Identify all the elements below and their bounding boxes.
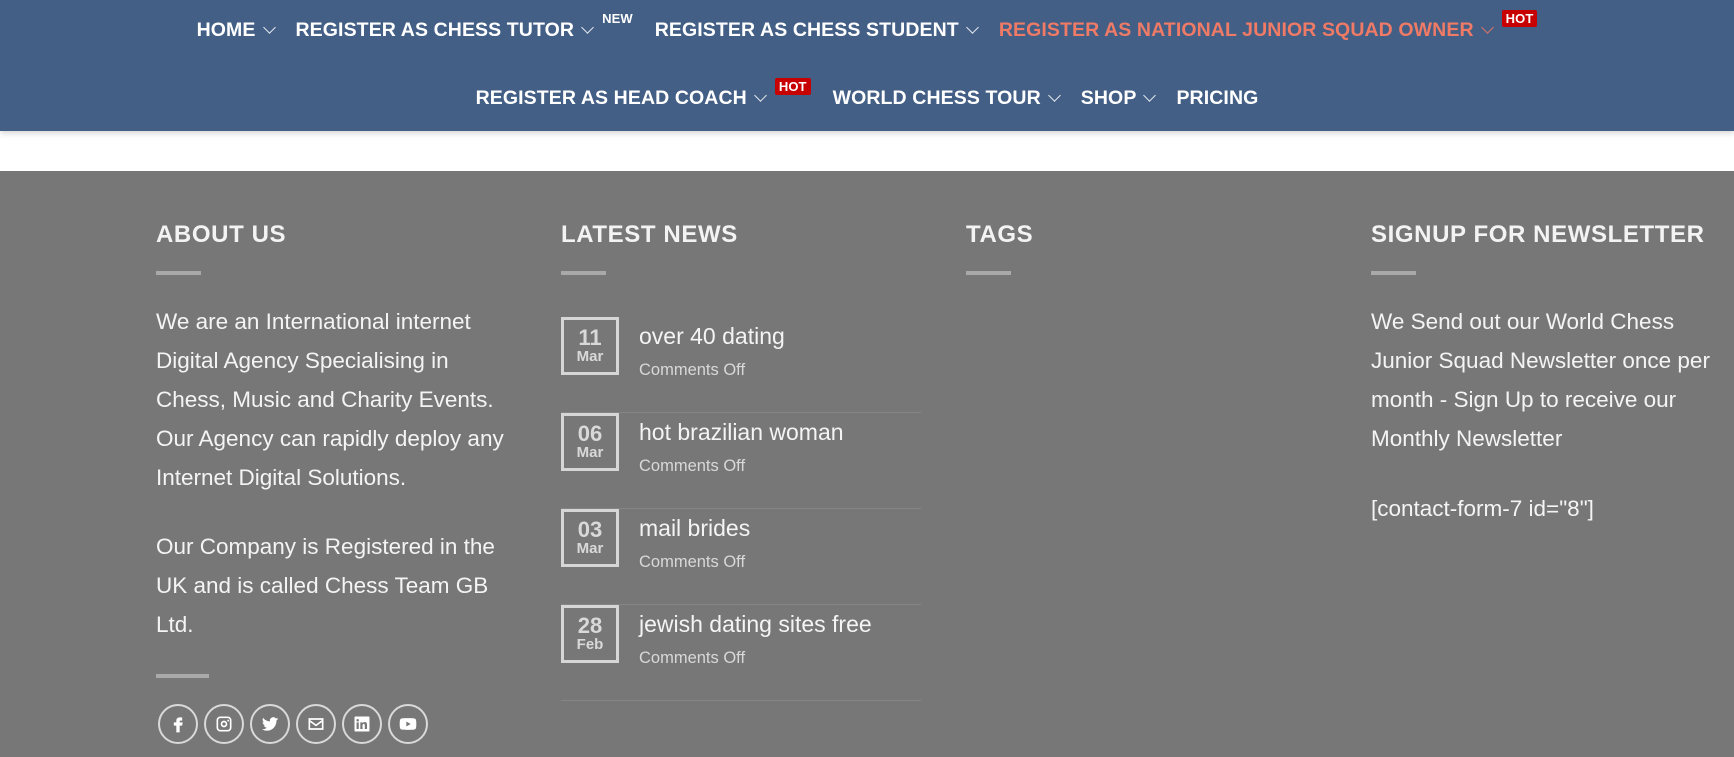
news-title-link[interactable]: jewish dating sites free xyxy=(639,611,872,638)
twitter-icon[interactable] xyxy=(250,704,290,744)
news-separator xyxy=(561,700,921,701)
nav-item-world-chess-tour[interactable]: WORLD CHESS TOUR xyxy=(832,86,1061,110)
nav-item-pricing[interactable]: PRICING xyxy=(1176,87,1258,110)
chevron-down-icon xyxy=(1143,89,1157,102)
date-badge: 06 Mar xyxy=(561,413,619,471)
nav-item-home[interactable]: HOME xyxy=(196,18,276,42)
footer-widgets: ABOUT US We are an International interne… xyxy=(0,171,1734,757)
nav-item-register-head-coach[interactable]: REGISTER AS HEAD COACH HOT xyxy=(475,77,811,110)
linkedin-icon[interactable] xyxy=(342,704,382,744)
chevron-down-icon xyxy=(262,21,276,34)
date-month: Mar xyxy=(576,540,604,557)
news-title-link[interactable]: over 40 dating xyxy=(639,323,785,350)
date-day: 03 xyxy=(577,517,603,542)
nav-label: HOME xyxy=(196,18,256,41)
content-spacer xyxy=(0,131,1734,171)
chevron-down-icon xyxy=(581,21,594,34)
instagram-icon[interactable] xyxy=(204,704,244,744)
news-item[interactable]: 06 Mar hot brazilian woman Comments Off xyxy=(561,413,921,509)
chevron-down-icon xyxy=(965,21,979,34)
contact-form-shortcode: [contact-form-7 id="8"] xyxy=(1371,496,1594,521)
title-divider xyxy=(966,271,1011,275)
main-navigation: HOME REGISTER AS CHESS TUTOR NEW REGISTE… xyxy=(0,0,1734,131)
hot-badge: HOT xyxy=(1501,9,1538,27)
nav-item-register-chess-tutor[interactable]: REGISTER AS CHESS TUTOR NEW xyxy=(295,11,633,42)
nav-label: PRICING xyxy=(1176,86,1259,109)
nav-label: REGISTER AS CHESS STUDENT xyxy=(654,18,959,41)
news-title-link[interactable]: mail brides xyxy=(639,515,750,542)
news-item[interactable]: 11 Mar over 40 dating Comments Off xyxy=(561,317,921,413)
nav-label: REGISTER AS HEAD COACH xyxy=(475,86,747,109)
date-month: Mar xyxy=(576,444,604,461)
news-item[interactable]: 28 Feb jewish dating sites free Comments… xyxy=(561,605,921,701)
title-divider xyxy=(1371,271,1416,275)
newsletter-text: We Send out our World Chess Junior Squad… xyxy=(1371,309,1710,451)
news-comments: Comments Off xyxy=(639,553,746,571)
chevron-down-icon xyxy=(1480,21,1494,34)
title-divider xyxy=(156,271,201,275)
date-month: Feb xyxy=(576,636,604,653)
nav-item-shop[interactable]: SHOP xyxy=(1080,86,1157,110)
youtube-icon[interactable] xyxy=(388,704,428,744)
news-comments: Comments Off xyxy=(639,649,746,667)
nav-row-1: HOME REGISTER AS CHESS TUTOR NEW REGISTE… xyxy=(0,9,1734,50)
company-text: Our Company is Registered in the UK and … xyxy=(156,534,495,637)
widget-title: SIGNUP FOR NEWSLETTER xyxy=(1371,221,1705,248)
nav-label: REGISTER AS NATIONAL JUNIOR SQUAD OWNER xyxy=(998,18,1474,41)
about-text: We are an International internet Digital… xyxy=(156,309,504,490)
facebook-icon[interactable] xyxy=(158,704,198,744)
date-badge: 03 Mar xyxy=(561,509,619,567)
date-badge: 11 Mar xyxy=(561,317,619,375)
news-title-link[interactable]: hot brazilian woman xyxy=(639,419,844,446)
chevron-down-icon xyxy=(1047,89,1061,102)
date-badge: 28 Feb xyxy=(561,605,619,663)
widget-title: TAGS xyxy=(966,221,1034,248)
hot-badge: HOT xyxy=(774,77,811,95)
widget-title: ABOUT US xyxy=(156,221,287,248)
title-divider xyxy=(561,271,606,275)
widget-title: LATEST NEWS xyxy=(561,221,738,248)
nav-item-register-chess-student[interactable]: REGISTER AS CHESS STUDENT xyxy=(654,18,979,42)
date-day: 06 xyxy=(577,421,603,446)
social-divider xyxy=(156,674,209,678)
nav-row-2: REGISTER AS HEAD COACH HOT WORLD CHESS T… xyxy=(0,77,1734,118)
news-comments: Comments Off xyxy=(639,361,746,379)
social-icons xyxy=(158,704,434,744)
date-month: Mar xyxy=(576,348,604,365)
news-comments: Comments Off xyxy=(639,457,746,475)
chevron-down-icon xyxy=(753,89,767,102)
date-day: 11 xyxy=(578,325,602,350)
email-icon[interactable] xyxy=(296,704,336,744)
nav-label: WORLD CHESS TOUR xyxy=(832,86,1041,109)
nav-label: SHOP xyxy=(1080,86,1137,109)
nav-item-register-junior-squad-owner[interactable]: REGISTER AS NATIONAL JUNIOR SQUAD OWNER … xyxy=(998,9,1538,42)
nav-label: REGISTER AS CHESS TUTOR xyxy=(295,18,575,41)
news-item[interactable]: 03 Mar mail brides Comments Off xyxy=(561,509,921,605)
new-badge: NEW xyxy=(602,10,633,26)
date-day: 28 xyxy=(577,613,603,638)
